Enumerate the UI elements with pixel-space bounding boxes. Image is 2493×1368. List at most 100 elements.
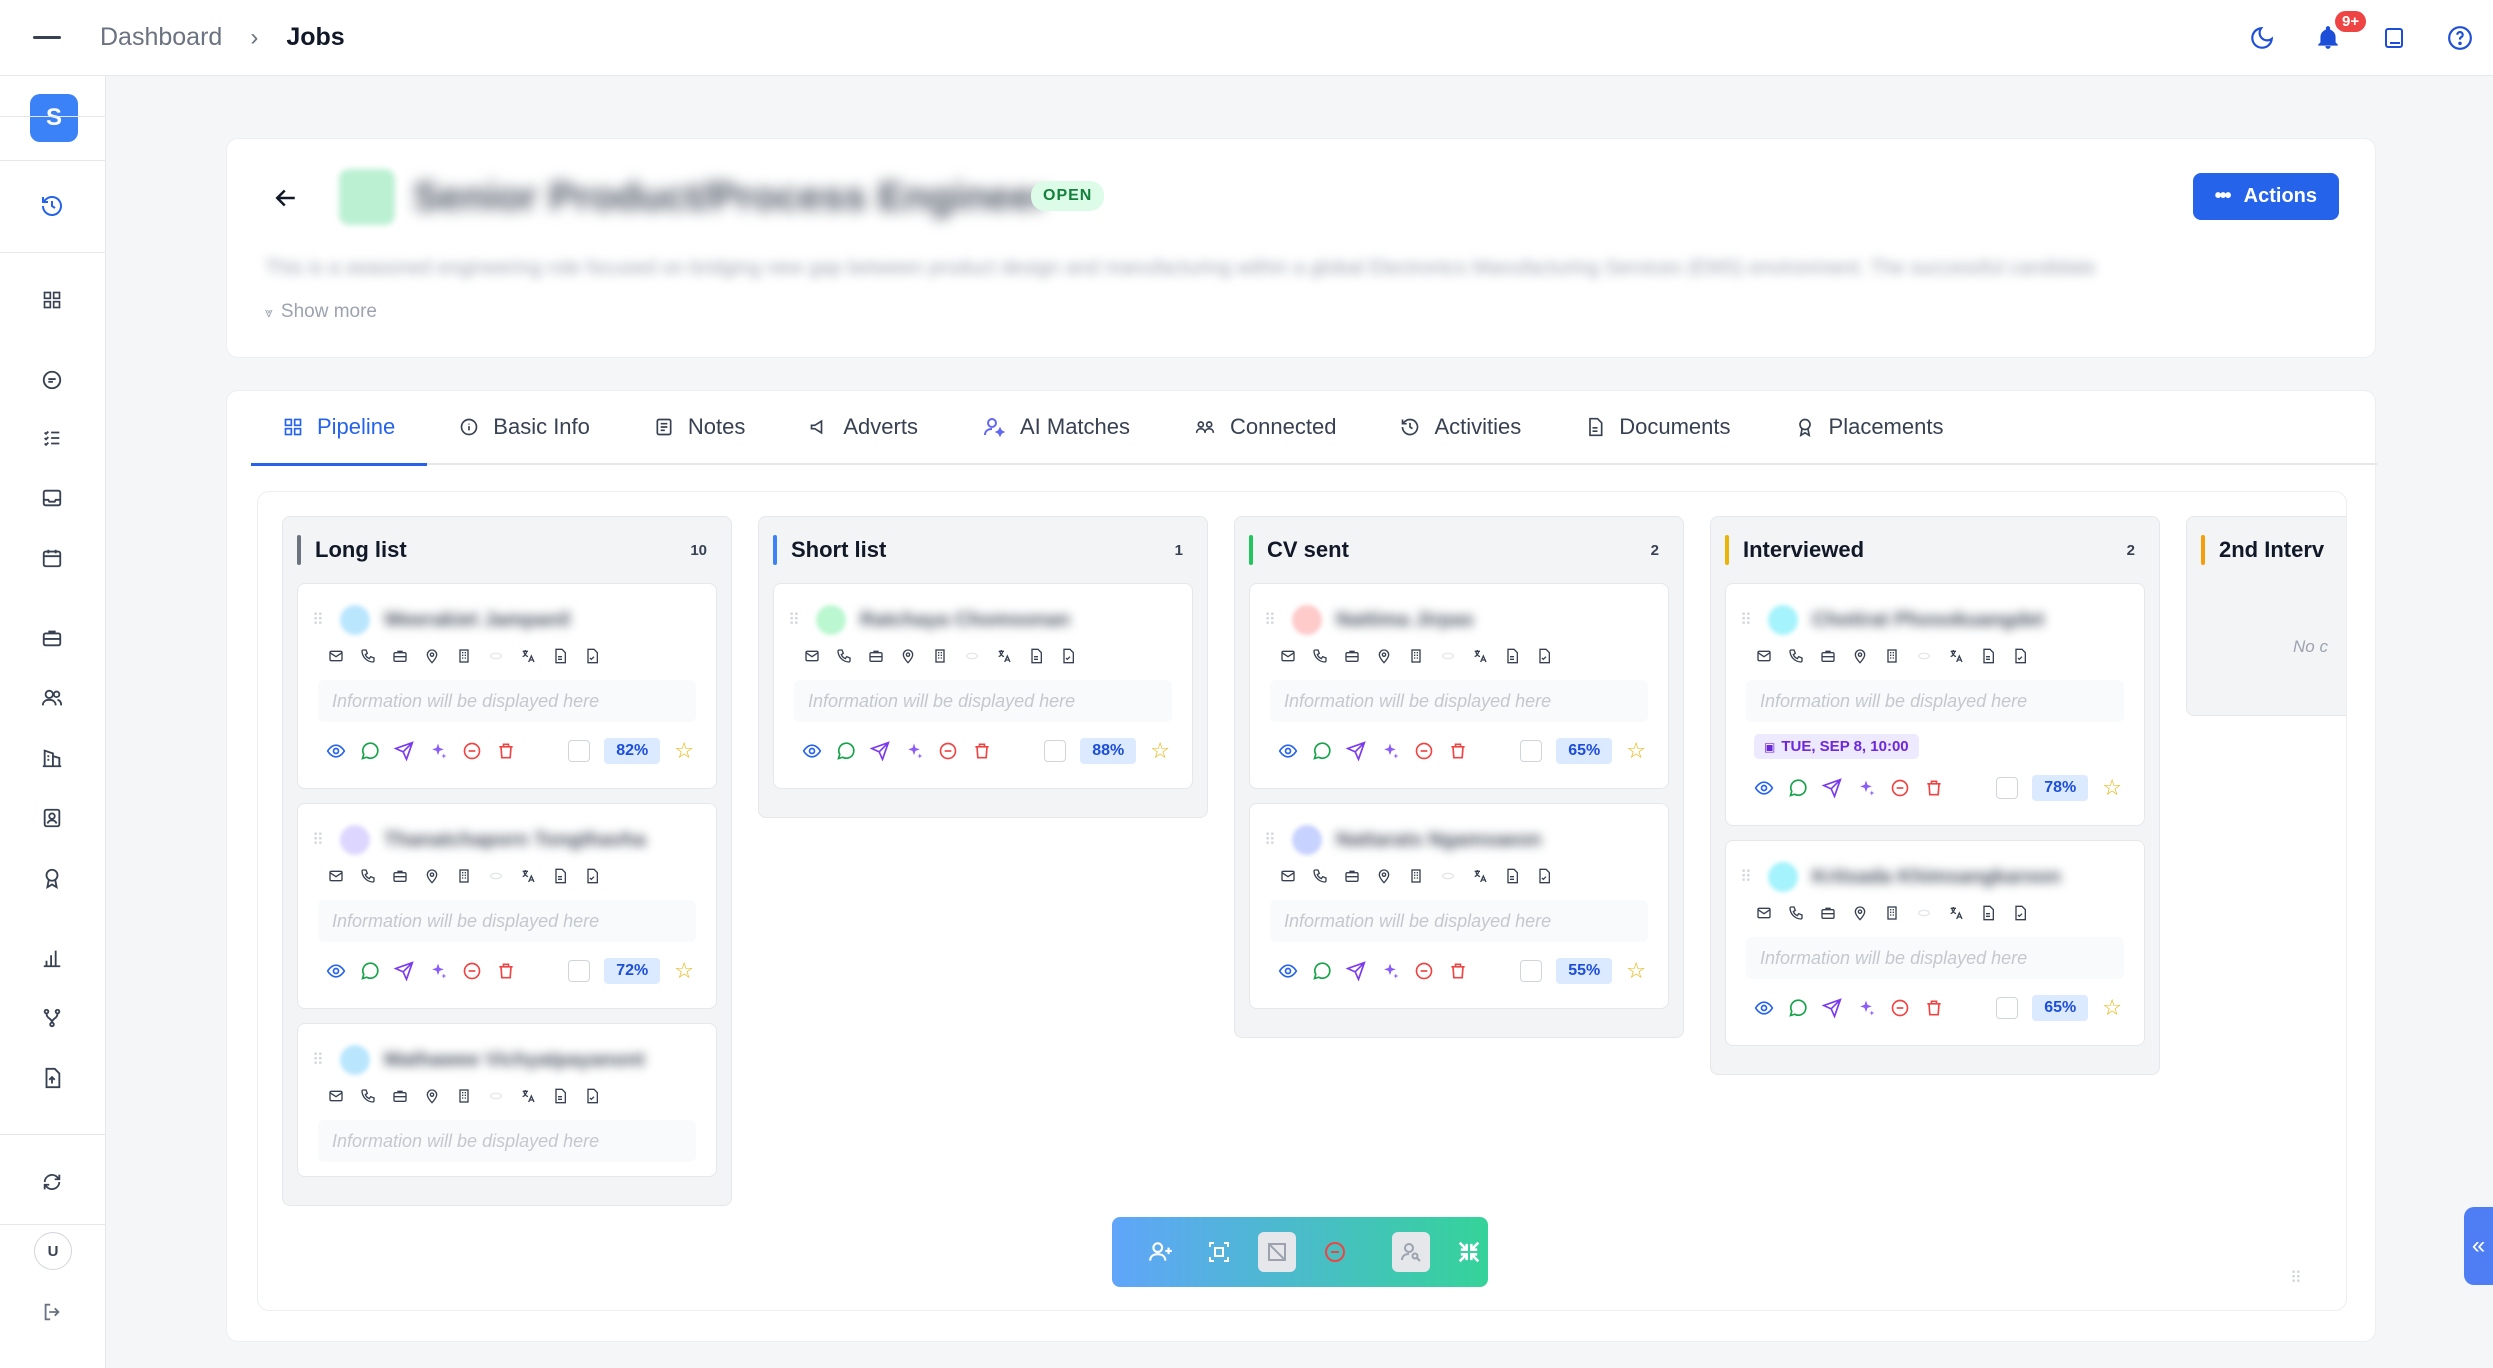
task-list-icon[interactable] <box>38 424 66 452</box>
building-icon[interactable] <box>454 646 474 666</box>
whatsapp-icon[interactable] <box>360 961 380 981</box>
building-icon[interactable] <box>1406 646 1426 666</box>
salary-icon[interactable] <box>1438 866 1458 886</box>
drag-handle-icon[interactable]: ⠿ <box>312 1050 326 1070</box>
send-icon[interactable] <box>394 741 414 761</box>
file-check-icon[interactable] <box>582 866 602 886</box>
minus-circle-icon[interactable] <box>1414 741 1434 761</box>
trash-icon[interactable] <box>1924 778 1944 798</box>
trash-icon[interactable] <box>496 741 516 761</box>
translate-icon[interactable] <box>1470 646 1490 666</box>
salary-icon[interactable] <box>486 866 506 886</box>
back-button[interactable] <box>271 183 301 218</box>
candidate-card[interactable]: ⠿ Chotirat Phosokuangdet Information will … <box>1725 583 2145 826</box>
candidate-name[interactable]: Kritsada Khimsangkaroon <box>1812 866 2061 889</box>
mail-icon[interactable] <box>326 646 346 666</box>
menu-toggle-button[interactable] <box>0 0 94 76</box>
eye-icon[interactable] <box>1754 998 1774 1018</box>
briefcase-icon[interactable] <box>390 866 410 886</box>
briefcase-icon[interactable] <box>1342 866 1362 886</box>
building-icon[interactable] <box>1406 866 1426 886</box>
minus-circle-icon[interactable] <box>462 741 482 761</box>
tab-activities[interactable]: Activities <box>1368 390 1553 464</box>
phone-icon[interactable] <box>1786 646 1806 666</box>
sparkles-icon[interactable] <box>428 961 448 981</box>
tab-placements[interactable]: Placements <box>1763 390 1976 464</box>
eye-icon[interactable] <box>326 741 346 761</box>
file-check-icon[interactable] <box>2010 903 2030 923</box>
briefcase-icon[interactable] <box>1818 903 1838 923</box>
select-checkbox[interactable] <box>1520 740 1543 762</box>
award-icon[interactable] <box>38 864 66 892</box>
candidate-name[interactable]: Thanatchaporn Tongthavha <box>384 829 646 852</box>
file-text-icon[interactable] <box>1502 646 1522 666</box>
minus-circle-icon[interactable] <box>1890 998 1910 1018</box>
drag-handle-icon[interactable]: ⠿ <box>312 830 326 850</box>
minus-circle-icon[interactable] <box>1890 778 1910 798</box>
file-check-icon[interactable] <box>2010 646 2030 666</box>
drag-handle-icon[interactable]: ⠿ <box>1740 867 1754 887</box>
star-icon[interactable]: ☆ <box>1150 740 1178 762</box>
docs-button[interactable] <box>2361 26 2427 50</box>
file-text-icon[interactable] <box>550 646 570 666</box>
whatsapp-icon[interactable] <box>1312 741 1332 761</box>
eye-icon[interactable] <box>1278 741 1298 761</box>
phone-icon[interactable] <box>358 866 378 886</box>
tab-connected[interactable]: Connected <box>1162 390 1368 464</box>
file-check-icon[interactable] <box>582 1086 602 1106</box>
file-check-icon[interactable] <box>1058 646 1078 666</box>
tab-pipeline[interactable]: Pipeline <box>251 390 428 466</box>
user-avatar[interactable]: U <box>34 1232 72 1270</box>
select-checkbox[interactable] <box>1044 740 1067 762</box>
candidate-card[interactable]: ⠿ Ratchaya Chomsonan Information will be d… <box>773 583 1193 789</box>
phone-icon[interactable] <box>358 1086 378 1106</box>
mail-icon[interactable] <box>326 1086 346 1106</box>
candidate-name[interactable]: Chotirat Phosokuangdet <box>1812 609 2044 632</box>
whatsapp-icon[interactable] <box>836 741 856 761</box>
send-icon[interactable] <box>1822 778 1842 798</box>
trash-icon[interactable] <box>496 961 516 981</box>
side-panel-toggle[interactable]: « <box>2464 1207 2493 1285</box>
star-icon[interactable]: ☆ <box>2102 777 2130 799</box>
trash-icon[interactable] <box>1448 741 1468 761</box>
dashboard-grid-icon[interactable] <box>38 286 66 314</box>
file-text-icon[interactable] <box>550 866 570 886</box>
history-icon[interactable] <box>38 192 66 220</box>
eye-icon[interactable] <box>802 741 822 761</box>
candidate-name[interactable]: Nattima Jirpas <box>1336 609 1474 632</box>
sparkles-icon[interactable] <box>904 741 924 761</box>
file-check-icon[interactable] <box>582 646 602 666</box>
briefcase-icon[interactable] <box>38 624 66 652</box>
briefcase-icon[interactable] <box>1342 646 1362 666</box>
bar-chart-icon[interactable] <box>38 944 66 972</box>
drag-handle-icon[interactable]: ⠿ <box>1264 610 1278 630</box>
location-pin-icon[interactable] <box>422 1086 442 1106</box>
whatsapp-icon[interactable] <box>360 741 380 761</box>
star-icon[interactable]: ☆ <box>1626 960 1654 982</box>
mail-icon[interactable] <box>802 646 822 666</box>
select-all-button[interactable] <box>1200 1232 1238 1272</box>
minus-circle-icon[interactable] <box>1414 961 1434 981</box>
translate-icon[interactable] <box>994 646 1014 666</box>
star-icon[interactable]: ☆ <box>674 740 702 762</box>
drag-handle-icon[interactable]: ⠿ <box>1740 610 1754 630</box>
location-pin-icon[interactable] <box>1850 903 1870 923</box>
whatsapp-icon[interactable] <box>1788 778 1808 798</box>
eye-icon[interactable] <box>326 961 346 981</box>
salary-icon[interactable] <box>1438 646 1458 666</box>
tab-ai-matches[interactable]: AI Matches <box>950 390 1162 464</box>
building-icon[interactable] <box>1882 903 1902 923</box>
send-icon[interactable] <box>1346 741 1366 761</box>
select-checkbox[interactable] <box>1520 960 1543 982</box>
tab-adverts[interactable]: Adverts <box>777 390 950 464</box>
inbox-icon[interactable] <box>38 484 66 512</box>
translate-icon[interactable] <box>1946 903 1966 923</box>
select-checkbox[interactable] <box>568 960 591 982</box>
sparkles-icon[interactable] <box>1856 778 1876 798</box>
mail-icon[interactable] <box>1278 646 1298 666</box>
salary-icon[interactable] <box>1914 903 1934 923</box>
sparkles-icon[interactable] <box>428 741 448 761</box>
help-button[interactable] <box>2427 25 2493 51</box>
candidate-card[interactable]: ⠿ Nattarats Ngamsaeon Information will be … <box>1249 803 1669 1009</box>
add-candidate-button[interactable] <box>1142 1232 1180 1272</box>
